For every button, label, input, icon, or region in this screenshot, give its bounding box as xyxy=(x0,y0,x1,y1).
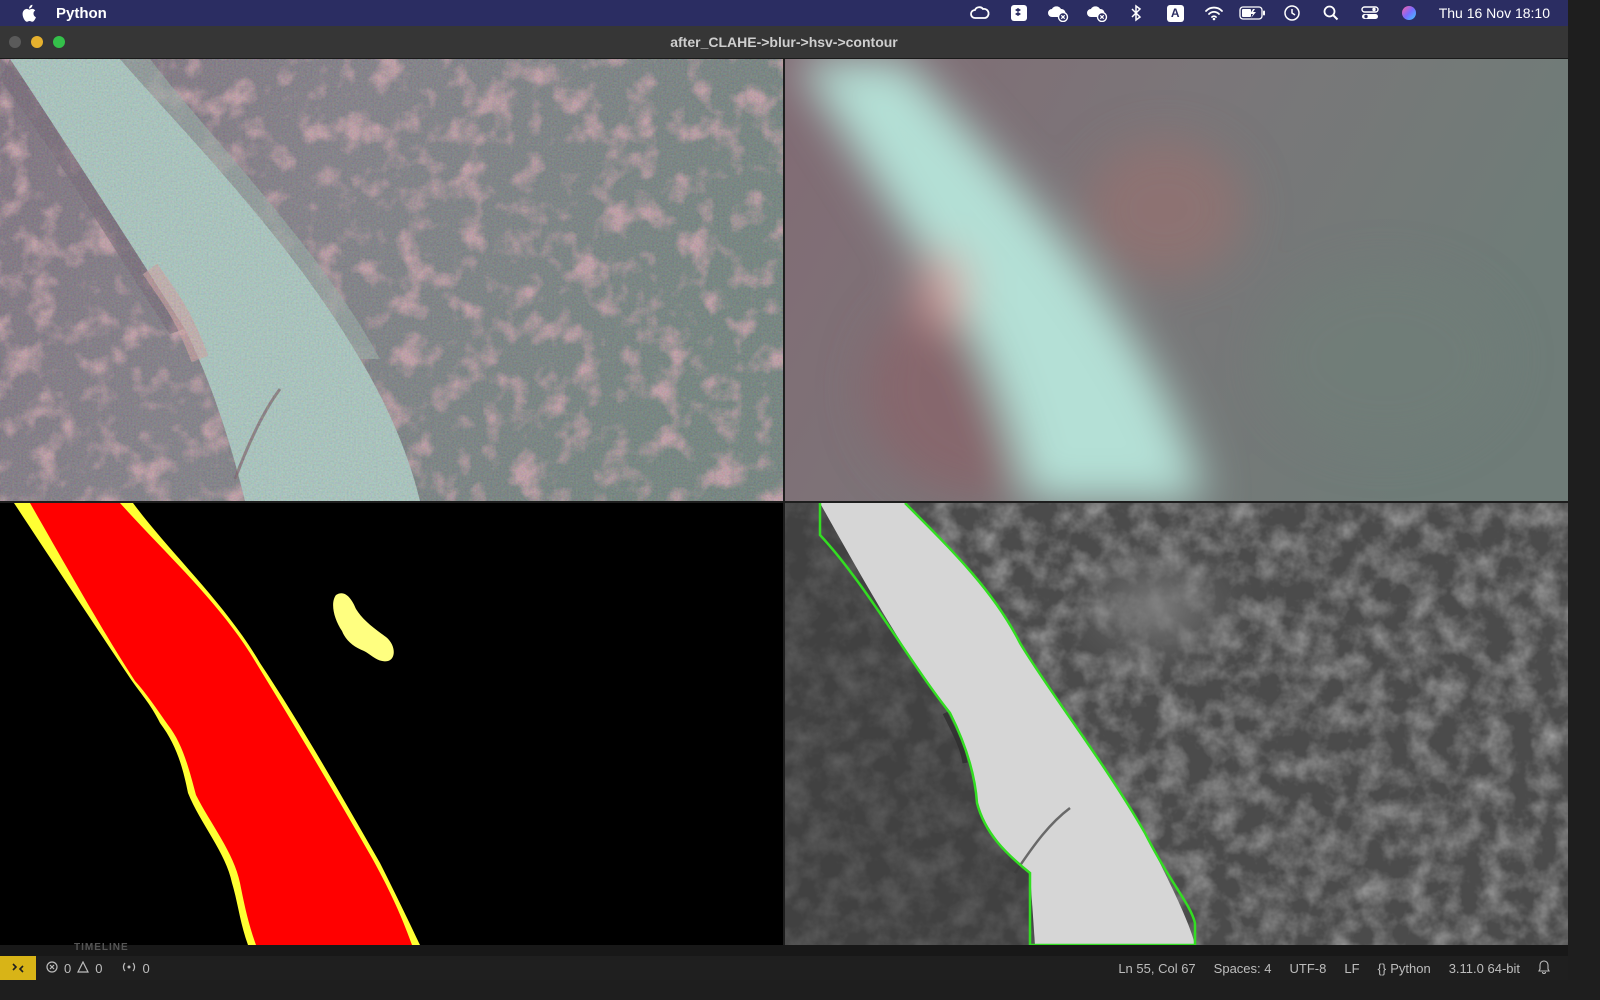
warnings-count[interactable]: 0 xyxy=(95,961,102,976)
ports-icon[interactable] xyxy=(122,961,136,976)
clahe-image xyxy=(0,59,783,501)
cloud-error-icon[interactable] xyxy=(1078,0,1117,26)
window-titlebar[interactable]: after_CLAHE->blur->hsv->contour xyxy=(0,26,1568,59)
hsv-mask-canvas xyxy=(14,503,420,945)
blurred-image-canvas xyxy=(785,59,1568,501)
cursor-position[interactable]: Ln 55, Col 67 xyxy=(1118,961,1195,976)
hsv-mask-image xyxy=(0,503,783,945)
control-center-icon[interactable] xyxy=(1351,0,1390,26)
blurred-image xyxy=(785,59,1568,501)
interpreter-version[interactable]: 3.11.0 64-bit xyxy=(1449,961,1520,976)
encoding[interactable]: UTF-8 xyxy=(1290,961,1327,976)
time-machine-icon[interactable] xyxy=(1273,0,1312,26)
clahe-image-canvas xyxy=(0,59,783,501)
language-label: Python xyxy=(1390,960,1431,976)
notifications-bell-icon[interactable] xyxy=(1538,959,1550,977)
input-source-label: A xyxy=(1166,4,1184,22)
indentation[interactable]: Spaces: 4 xyxy=(1214,961,1272,976)
remote-indicator-icon[interactable] xyxy=(0,956,36,980)
end-of-line[interactable]: LF xyxy=(1344,961,1359,976)
menubar-clock[interactable]: Thu 16 Nov 18:10 xyxy=(1439,5,1550,21)
battery-icon[interactable] xyxy=(1234,0,1273,26)
window-title: after_CLAHE->blur->hsv->contour xyxy=(670,34,898,50)
status-bar: 0 0 0 Ln 55, Col 67 Spaces: 4 UTF-8 LF {… xyxy=(0,956,1568,980)
input-source-icon[interactable]: A xyxy=(1156,0,1195,26)
warnings-icon[interactable] xyxy=(77,960,90,976)
peek-panel: TIMELINE xyxy=(0,942,1568,956)
contour-canvas xyxy=(785,503,1568,945)
mask-fill xyxy=(30,503,412,945)
spotlight-icon[interactable] xyxy=(1312,0,1351,26)
braces-icon: {} xyxy=(1377,960,1387,976)
siri-icon[interactable] xyxy=(1390,0,1429,26)
contour-image xyxy=(785,503,1568,945)
menu-bar: Python A Thu 16 Nov 18:10 xyxy=(0,0,1568,26)
app-name-menu[interactable]: Python xyxy=(56,5,107,22)
errors-icon[interactable] xyxy=(46,960,58,976)
apple-menu-icon[interactable] xyxy=(22,4,38,22)
language-mode[interactable]: {} Python xyxy=(1378,961,1431,976)
dropbox-icon[interactable] xyxy=(1000,0,1039,26)
cloud-error-icon[interactable] xyxy=(1039,0,1078,26)
ports-count[interactable]: 0 xyxy=(142,961,149,976)
timeline-label[interactable]: TIMELINE xyxy=(74,942,129,953)
wifi-icon[interactable] xyxy=(1195,0,1234,26)
errors-count[interactable]: 0 xyxy=(64,961,71,976)
creative-cloud-icon[interactable] xyxy=(961,0,1000,26)
bluetooth-icon[interactable] xyxy=(1117,0,1156,26)
mask-blob xyxy=(333,593,394,662)
